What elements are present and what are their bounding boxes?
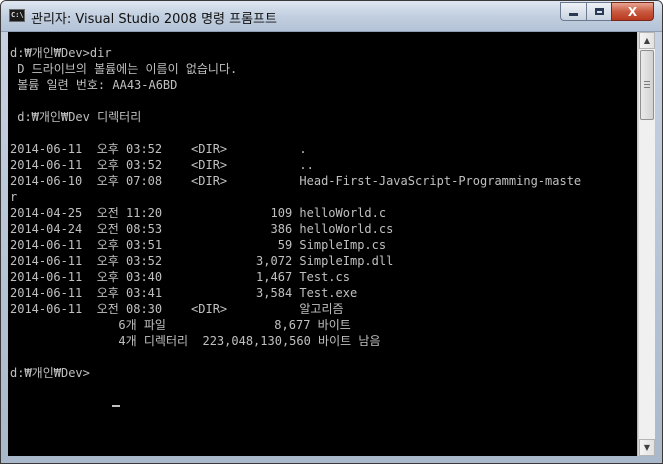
title-bar[interactable]: C:\ 관리자: Visual Studio 2008 명령 프롬프트 X — [1, 1, 662, 32]
window-controls: X — [560, 2, 654, 22]
console-line: 볼륨 일련 번호: AA43-A6BD — [10, 78, 178, 92]
console-output[interactable]: d:₩개인₩Dev>dir D 드라이브의 볼륨에는 이름이 없습니다. 볼륨 … — [8, 32, 637, 456]
prompt-line: d:₩개인₩Dev> — [10, 366, 90, 380]
console-line: 2014-06-11 오후 03:40 1,467 Test.cs — [10, 270, 350, 284]
console-line: 6개 파일 8,677 바이트 — [10, 318, 351, 332]
close-icon: X — [627, 4, 638, 19]
close-button[interactable]: X — [611, 2, 654, 21]
maximize-button[interactable] — [586, 2, 611, 21]
console-line: 2014-06-11 오후 03:41 3,584 Test.exe — [10, 286, 358, 300]
console-line: 2014-06-11 오후 03:51 59 SimpleImp.cs — [10, 238, 387, 252]
console-icon[interactable]: C:\ — [9, 9, 25, 22]
console-line: r — [10, 190, 18, 204]
grip-line — [644, 87, 650, 88]
minimize-icon — [569, 13, 578, 16]
window-title: 관리자: Visual Studio 2008 명령 프롬프트 — [31, 12, 277, 27]
console-line: d:₩개인₩Dev>dir — [10, 46, 112, 60]
maximize-icon — [594, 8, 604, 15]
text-cursor — [112, 405, 120, 407]
chevron-down-icon: ▼ — [643, 443, 651, 452]
console-line: D 드라이브의 볼륨에는 이름이 없습니다. — [10, 62, 238, 76]
console-line: 2014-06-11 오전 08:30 <DIR> 알고리즘 — [10, 302, 344, 316]
console-icon-label: C:\ — [11, 11, 24, 19]
scrollbar-thumb[interactable] — [640, 50, 654, 120]
console-line: d:₩개인₩Dev 디렉터리 — [10, 110, 142, 124]
vertical-scrollbar[interactable]: ▲ ▼ — [638, 32, 655, 456]
console-line: 4개 디렉터리 223,048,130,560 바이트 남음 — [10, 334, 381, 348]
scroll-up-button[interactable]: ▲ — [639, 32, 655, 49]
console-line: 2014-06-11 오후 03:52 3,072 SimpleImp.dll — [10, 254, 394, 268]
minimize-button[interactable] — [560, 2, 586, 21]
scroll-down-button[interactable]: ▼ — [639, 439, 655, 456]
console-line: 2014-06-11 오후 03:52 <DIR> .. — [10, 158, 314, 172]
grip-line — [644, 81, 650, 82]
grip-line — [644, 84, 650, 85]
console-line: 2014-06-10 오후 07:08 <DIR> Head-First-Jav… — [10, 174, 582, 188]
console-line: 2014-06-11 오후 03:52 <DIR> . — [10, 142, 307, 156]
console-line: 2014-04-24 오전 08:53 386 helloWorld.cs — [10, 222, 394, 236]
chevron-up-icon: ▲ — [643, 36, 651, 45]
console-line: 2014-04-25 오전 11:20 109 helloWorld.c — [10, 206, 387, 220]
console-window: C:\ 관리자: Visual Studio 2008 명령 프롬프트 X d:… — [0, 0, 663, 464]
